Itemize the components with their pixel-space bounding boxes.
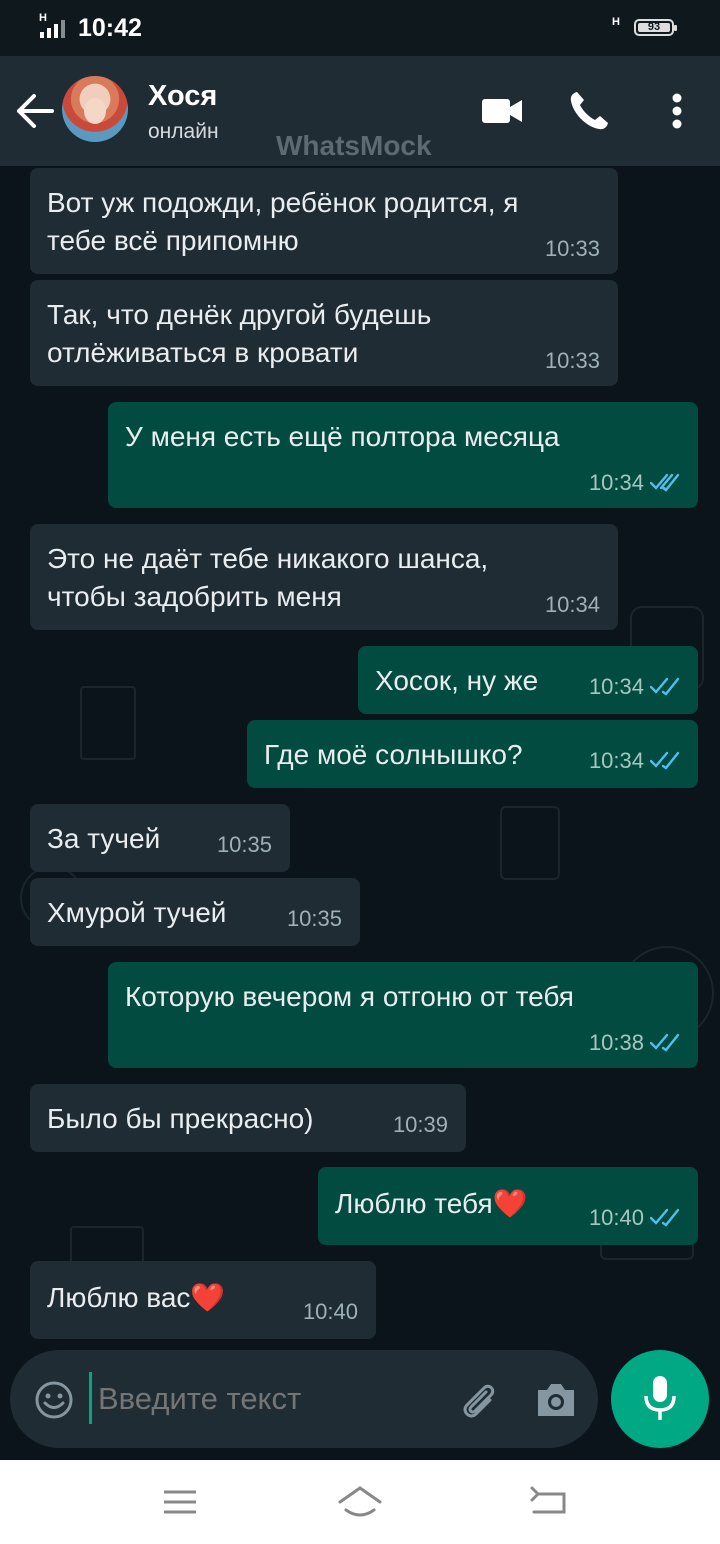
message-text: За тучей — [47, 823, 161, 854]
back-nav-icon[interactable] — [524, 1482, 572, 1522]
system-navigation-bar — [0, 1460, 720, 1544]
message-text: У меня есть ещё полтора месяца — [125, 421, 560, 452]
message-input[interactable] — [96, 1380, 450, 1418]
message-time: 10:34 — [588, 748, 644, 773]
message-time: 10:34 — [588, 674, 644, 699]
outgoing-message[interactable]: Которую вечером я отгоню от тебя 10:38 — [108, 962, 698, 1068]
read-receipt-icon — [650, 1033, 680, 1052]
contact-name[interactable]: Хося — [148, 80, 217, 113]
camera-icon[interactable] — [534, 1380, 578, 1420]
message-text: Хосок, ну же — [375, 665, 539, 696]
message-time: 10:34 — [588, 470, 644, 495]
wallpaper-doodle — [80, 686, 136, 760]
message-text: Хмурой тучей — [47, 897, 227, 928]
home-icon[interactable] — [336, 1482, 384, 1522]
message-text: Люблю тебя❤️ — [335, 1188, 528, 1219]
message-time: 10:34 — [544, 592, 600, 617]
wallpaper-doodle — [500, 806, 560, 880]
battery-level: 93 — [638, 22, 670, 33]
status-bar: H 10:42 H 93 — [0, 0, 720, 56]
message-text: Это не даёт тебе никакого шанса, чтобы з… — [47, 543, 489, 612]
message-time: 10:38 — [588, 1030, 644, 1055]
incoming-message[interactable]: Вот уж подожди, ребёнок родится, я тебе … — [30, 168, 618, 274]
message-composer[interactable] — [10, 1350, 598, 1448]
microphone-icon — [644, 1376, 676, 1420]
incoming-message[interactable]: Так, что денёк другой будешь отлёживатьс… — [30, 280, 618, 386]
menu-icon[interactable] — [156, 1482, 204, 1522]
watermark: WhatsMock — [276, 130, 432, 161]
message-time: 10:35 — [286, 906, 342, 931]
message-text: Было бы прекрасно) — [47, 1103, 314, 1134]
read-receipt-icon — [650, 677, 680, 696]
incoming-message[interactable]: Было бы прекрасно) 10:39 — [30, 1084, 466, 1152]
message-time: 10:40 — [302, 1299, 358, 1324]
battery-icon: 93 — [634, 19, 677, 36]
emoji-icon[interactable] — [34, 1380, 74, 1420]
message-text: Вот уж подожди, ребёнок родится, я тебе … — [47, 187, 519, 256]
message-time: 10:40 — [588, 1205, 644, 1230]
message-time: 10:33 — [544, 236, 600, 261]
status-time: 10:42 — [78, 14, 142, 42]
chat-header: Хося онлайн WhatsMock — [0, 56, 720, 166]
voice-message-button[interactable] — [611, 1350, 709, 1448]
contact-status: онлайн — [148, 120, 219, 143]
outgoing-message[interactable]: Люблю тебя❤️ 10:40 — [318, 1167, 698, 1245]
incoming-message[interactable]: За тучей 10:35 — [30, 804, 290, 872]
message-time: 10:33 — [544, 348, 600, 373]
avatar[interactable] — [62, 76, 128, 142]
signal-icon: H — [38, 12, 70, 40]
heart-emoji-icon: ❤️ — [190, 1282, 226, 1313]
message-text: Где моё солнышко? — [264, 739, 523, 770]
attach-icon[interactable] — [456, 1378, 500, 1422]
phone-icon[interactable] — [564, 86, 614, 136]
network-type-label: H — [612, 16, 620, 28]
chat-area[interactable]: Вот уж подожди, ребёнок родится, я тебе … — [0, 166, 720, 1460]
message-text: Так, что денёк другой будешь отлёживатьс… — [47, 299, 432, 368]
message-text: Которую вечером я отгоню от тебя — [125, 981, 574, 1012]
incoming-message[interactable]: Это не даёт тебе никакого шанса, чтобы з… — [30, 524, 618, 630]
message-text: Люблю вас❤️ — [47, 1282, 226, 1313]
text-cursor — [89, 1372, 92, 1424]
incoming-message[interactable]: Люблю вас❤️ 10:40 — [30, 1261, 376, 1339]
outgoing-message[interactable]: У меня есть ещё полтора месяца 10:34 — [108, 402, 698, 508]
read-receipt-icon — [650, 751, 680, 770]
read-receipt-icon — [650, 1208, 680, 1227]
read-receipt-icon — [650, 473, 680, 492]
heart-emoji-icon: ❤️ — [492, 1188, 528, 1219]
more-vert-icon[interactable] — [652, 86, 702, 136]
incoming-message[interactable]: Хмурой тучей 10:35 — [30, 878, 360, 946]
outgoing-message[interactable]: Хосок, ну же 10:34 — [358, 646, 698, 714]
message-time: 10:35 — [216, 832, 272, 857]
video-call-icon[interactable] — [478, 86, 528, 136]
outgoing-message[interactable]: Где моё солнышко? 10:34 — [247, 720, 698, 788]
back-arrow-icon[interactable] — [14, 92, 56, 130]
message-time: 10:39 — [392, 1112, 448, 1137]
